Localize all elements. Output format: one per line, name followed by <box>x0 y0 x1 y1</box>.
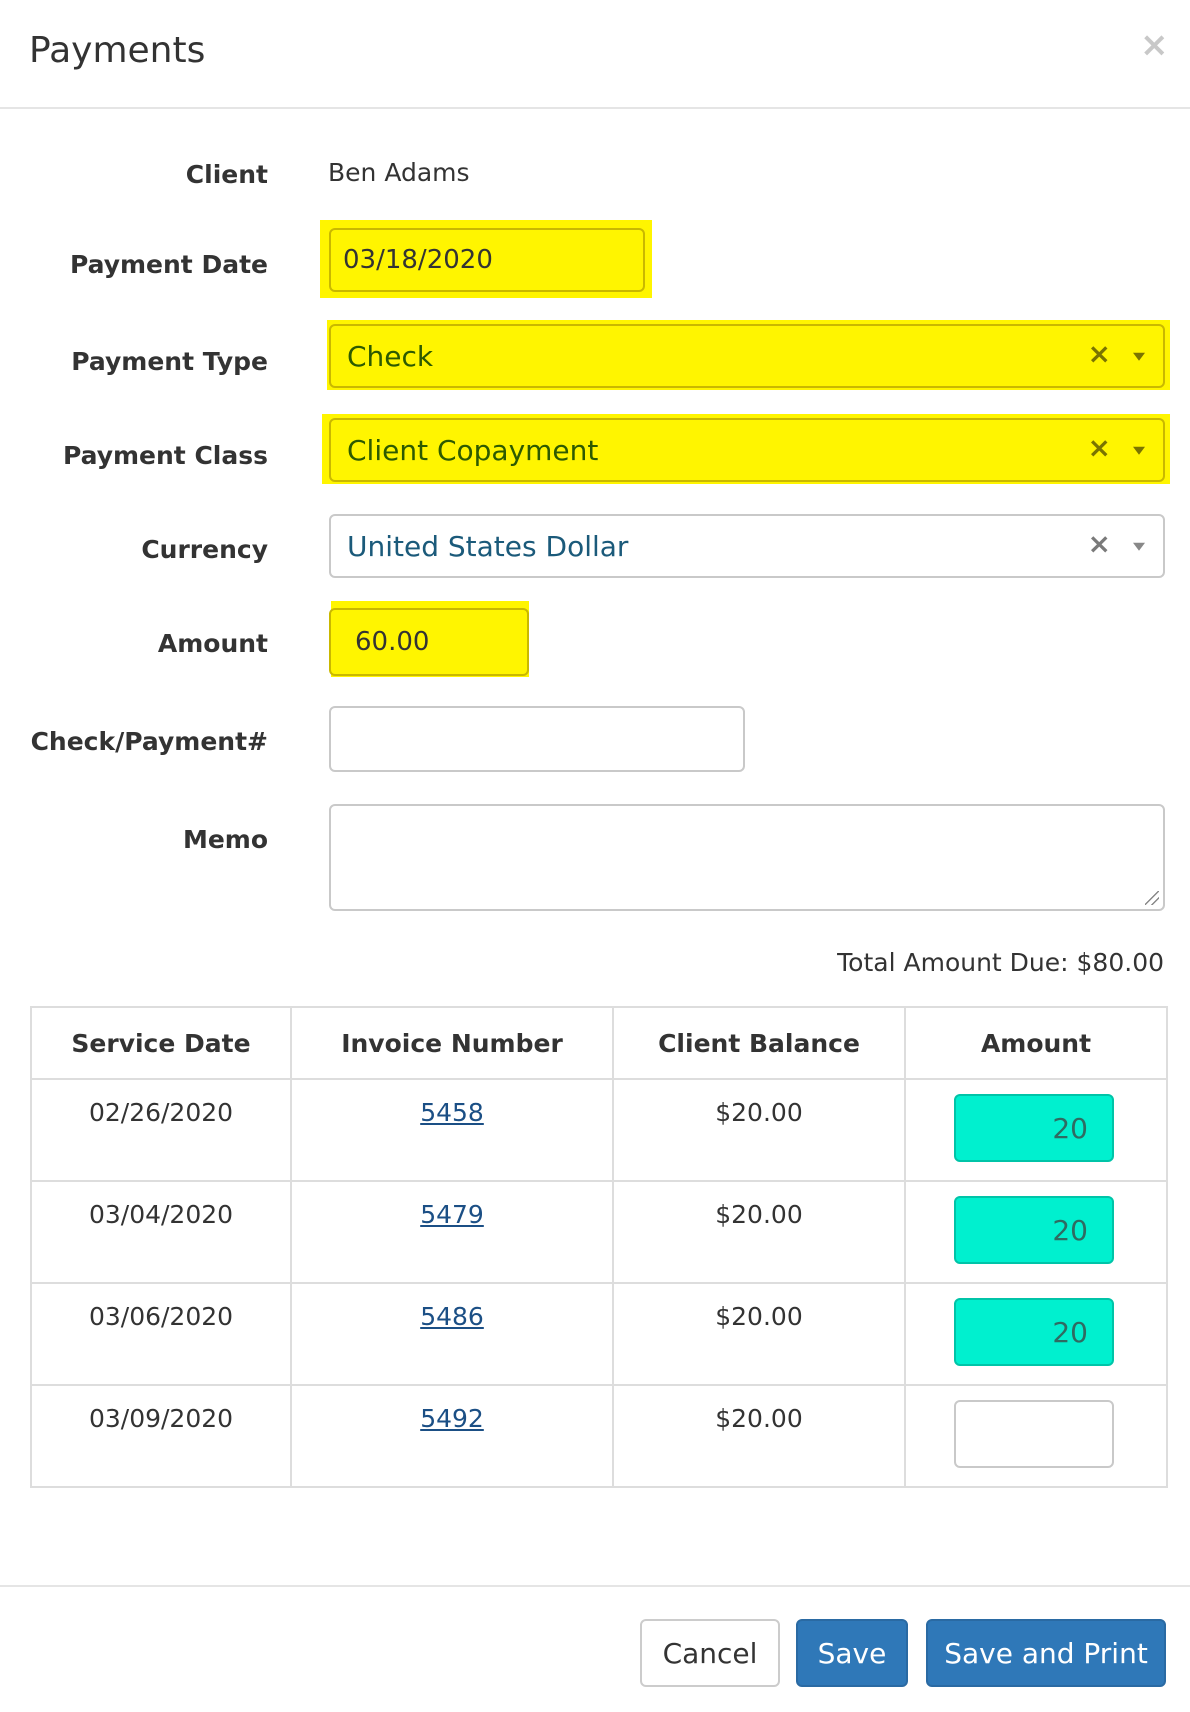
header-invoice-number: Invoice Number <box>290 1006 614 1080</box>
payment-type-label: Payment Type <box>71 347 268 376</box>
service-date-cell: 03/04/2020 <box>30 1180 292 1284</box>
payments-dialog: Payments × Client Ben Adams Payment Date… <box>0 0 1190 1712</box>
check-payment-input[interactable] <box>329 706 745 772</box>
invoice-cell: 5486 <box>290 1282 614 1386</box>
memo-label: Memo <box>182 825 268 854</box>
payment-class-label: Payment Class <box>62 441 268 470</box>
row-amount-input[interactable]: 20 <box>954 1196 1114 1264</box>
close-icon[interactable]: × <box>1140 28 1169 62</box>
amount-input[interactable]: 60.00 <box>329 608 529 676</box>
service-date-cell: 02/26/2020 <box>30 1078 292 1182</box>
payment-class-value: Client Copayment <box>347 433 599 467</box>
save-button[interactable]: Save <box>796 1619 908 1687</box>
payment-date-input[interactable]: 03/18/2020 <box>329 228 645 292</box>
resize-handle-icon[interactable] <box>1145 891 1159 905</box>
payment-date-value: 03/18/2020 <box>343 245 493 275</box>
dialog-title: Payments <box>29 30 206 71</box>
clear-icon[interactable]: × <box>1088 529 1111 558</box>
table-row: 03/09/2020 5492 $20.00 <box>30 1384 1168 1488</box>
save-and-print-button[interactable]: Save and Print <box>926 1619 1166 1687</box>
amount-cell: 20 <box>904 1282 1168 1386</box>
invoice-link[interactable]: 5486 <box>420 1302 484 1331</box>
amount-label: Amount <box>157 629 268 658</box>
memo-textarea[interactable] <box>329 804 1165 911</box>
dialog-footer: Cancel Save Save and Print <box>0 1585 1190 1712</box>
amount-cell: 20 <box>904 1180 1168 1284</box>
header-amount: Amount <box>904 1006 1168 1080</box>
chevron-down-icon[interactable] <box>1133 542 1145 551</box>
payment-date-label: Payment Date <box>69 250 268 279</box>
row-amount-input[interactable] <box>954 1400 1114 1468</box>
currency-value: United States Dollar <box>347 529 629 563</box>
balance-cell: $20.00 <box>612 1282 906 1386</box>
clear-icon[interactable]: × <box>1088 339 1111 368</box>
payment-type-select[interactable]: Check × <box>329 324 1165 388</box>
amount-cell: 20 <box>904 1078 1168 1182</box>
chevron-down-icon[interactable] <box>1133 446 1145 455</box>
client-value: Ben Adams <box>328 158 470 187</box>
cancel-button[interactable]: Cancel <box>640 1619 780 1687</box>
header-service-date: Service Date <box>30 1006 292 1080</box>
table-header-row: Service Date Invoice Number Client Balan… <box>30 1006 1168 1080</box>
dialog-header: Payments × <box>0 0 1190 109</box>
payment-class-select[interactable]: Client Copayment × <box>329 418 1165 482</box>
currency-select[interactable]: United States Dollar × <box>329 514 1165 578</box>
clear-icon[interactable]: × <box>1088 433 1111 462</box>
total-amount-due: Total Amount Due: $80.00 <box>837 948 1164 977</box>
table-row: 02/26/2020 5458 $20.00 20 <box>30 1078 1168 1182</box>
payment-type-value: Check <box>347 339 434 373</box>
table-row: 03/04/2020 5479 $20.00 20 <box>30 1180 1168 1284</box>
amount-cell <box>904 1384 1168 1488</box>
invoice-cell: 5492 <box>290 1384 614 1488</box>
header-client-balance: Client Balance <box>612 1006 906 1080</box>
client-label: Client <box>185 160 268 189</box>
amount-value: 60.00 <box>355 627 430 657</box>
invoice-cell: 5479 <box>290 1180 614 1284</box>
table-row: 03/06/2020 5486 $20.00 20 <box>30 1282 1168 1386</box>
invoice-table: Service Date Invoice Number Client Balan… <box>30 1006 1168 1488</box>
balance-cell: $20.00 <box>612 1180 906 1284</box>
invoice-cell: 5458 <box>290 1078 614 1182</box>
balance-cell: $20.00 <box>612 1078 906 1182</box>
invoice-link[interactable]: 5479 <box>420 1200 484 1229</box>
service-date-cell: 03/09/2020 <box>30 1384 292 1488</box>
service-date-cell: 03/06/2020 <box>30 1282 292 1386</box>
chevron-down-icon[interactable] <box>1133 352 1145 361</box>
invoice-link[interactable]: 5492 <box>420 1404 484 1433</box>
invoice-link[interactable]: 5458 <box>420 1098 484 1127</box>
currency-label: Currency <box>141 535 268 564</box>
balance-cell: $20.00 <box>612 1384 906 1488</box>
row-amount-input[interactable]: 20 <box>954 1298 1114 1366</box>
row-amount-input[interactable]: 20 <box>954 1094 1114 1162</box>
check-payment-label: Check/Payment# <box>30 727 268 756</box>
